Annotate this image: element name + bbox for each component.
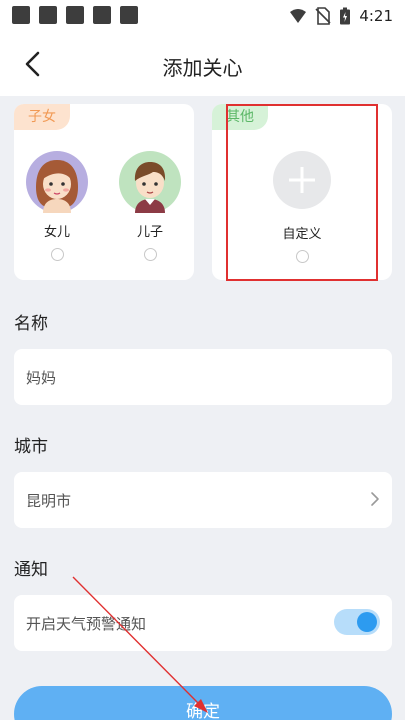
- son-avatar: [119, 151, 181, 213]
- notification-icon: [39, 6, 57, 24]
- battery-icon: [340, 7, 351, 25]
- son-radio[interactable]: [143, 248, 157, 261]
- weather-alert-label: 开启天气预警通知: [26, 615, 147, 633]
- notify-section-label: 通知: [14, 560, 48, 580]
- city-section-label: 城市: [14, 437, 48, 457]
- family-category-card: 子女 女儿 儿子: [14, 104, 194, 280]
- city-selector[interactable]: 昆明市: [14, 472, 392, 528]
- weather-alert-toggle[interactable]: [334, 609, 380, 635]
- daughter-radio[interactable]: [50, 248, 64, 261]
- name-field[interactable]: 妈妈: [14, 349, 392, 405]
- city-value: 昆明市: [26, 492, 72, 510]
- notification-icon: [120, 6, 138, 24]
- name-input-value[interactable]: 妈妈: [26, 367, 56, 388]
- option-label: 女儿: [43, 225, 70, 240]
- no-sim-icon: [315, 7, 331, 25]
- page-title: 添加关心: [162, 56, 243, 80]
- confirm-button[interactable]: 确定: [14, 686, 392, 720]
- weather-alert-row: 开启天气预警通知: [14, 595, 392, 651]
- chevron-right-icon: [371, 492, 379, 506]
- toggle-knob: [357, 612, 377, 632]
- option-daughter[interactable]: 女儿: [22, 151, 92, 261]
- option-son[interactable]: 儿子: [115, 151, 185, 261]
- option-label: 儿子: [136, 225, 163, 240]
- notification-icon: [12, 6, 30, 24]
- category-tag-family: 子女: [14, 104, 70, 130]
- name-section-label: 名称: [14, 314, 48, 334]
- status-bar: 4:21: [0, 0, 405, 32]
- daughter-avatar: [26, 151, 88, 213]
- status-time: 4:21: [359, 7, 393, 25]
- notification-icon: [66, 6, 84, 24]
- highlight-annotation: [226, 104, 378, 281]
- header: 添加关心: [0, 32, 405, 96]
- wifi-icon: [290, 9, 307, 23]
- notification-icon: [93, 6, 111, 24]
